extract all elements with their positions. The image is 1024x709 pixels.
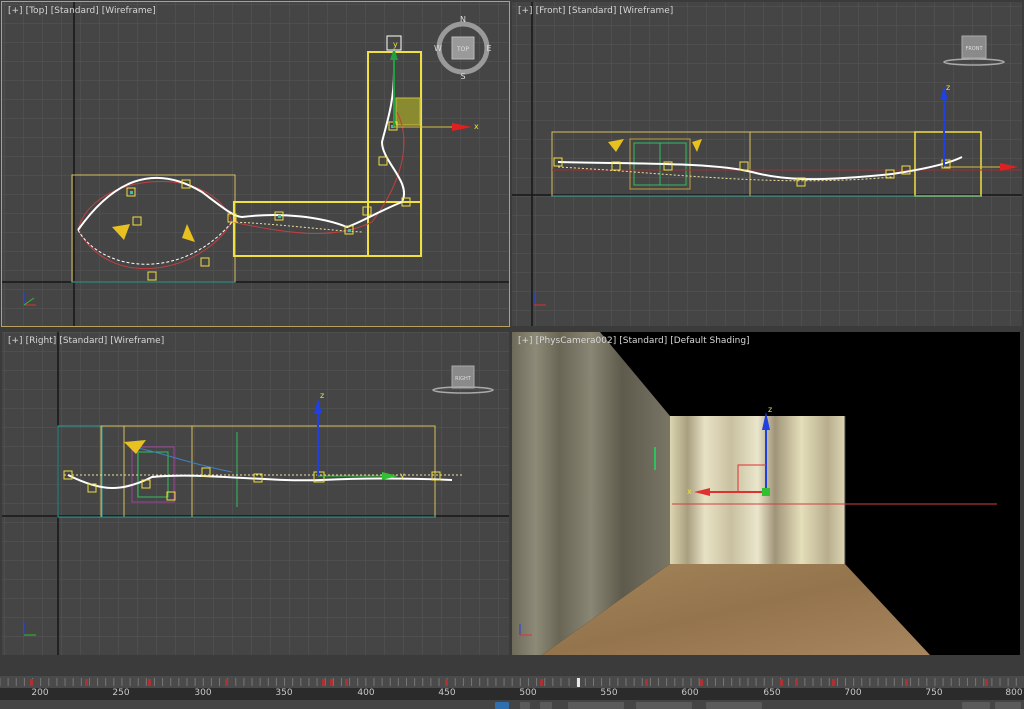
viewport-label-right[interactable]: [+] [Right] [Standard] [Wireframe] bbox=[8, 336, 167, 346]
keyframe-marker bbox=[780, 679, 783, 686]
keyframe-marker bbox=[645, 679, 648, 686]
svg-text:TOP: TOP bbox=[456, 46, 469, 53]
keyframe-marker bbox=[148, 679, 151, 686]
viewport-label-front[interactable]: [+] [Front] [Standard] [Wireframe] bbox=[518, 6, 676, 16]
tick-label: 700 bbox=[844, 688, 862, 698]
nav-pan-button[interactable] bbox=[995, 702, 1021, 709]
keyframe-marker bbox=[985, 679, 988, 686]
tick-label: 800 bbox=[1005, 688, 1023, 698]
tick-label: 550 bbox=[600, 688, 618, 698]
tick-label: 350 bbox=[275, 688, 293, 698]
tick-label: 450 bbox=[438, 688, 456, 698]
svg-text:N: N bbox=[460, 15, 466, 24]
svg-text:z: z bbox=[946, 83, 950, 92]
viewport-label-camera[interactable]: [+] [PhysCamera002] [Standard] [Default Sha… bbox=[518, 336, 753, 346]
key-mode-button[interactable] bbox=[495, 702, 509, 709]
svg-text:z: z bbox=[768, 405, 772, 414]
timeline-ticks bbox=[0, 676, 1024, 688]
keyframe-marker bbox=[905, 679, 908, 686]
tick-label: 250 bbox=[112, 688, 130, 698]
keyframe-marker bbox=[330, 679, 333, 686]
tick-label: 300 bbox=[194, 688, 212, 698]
tick-label: 400 bbox=[357, 688, 375, 698]
keyframe-marker bbox=[225, 679, 228, 686]
status-bar bbox=[0, 700, 1024, 709]
svg-text:x: x bbox=[687, 487, 692, 496]
frame-field[interactable] bbox=[568, 702, 624, 709]
tick-label: 200 bbox=[31, 688, 49, 698]
front-scene: z FRONT bbox=[512, 2, 1022, 326]
timeline-ruler[interactable] bbox=[0, 676, 1024, 700]
keyframe-marker bbox=[322, 679, 325, 686]
keyframe-marker bbox=[85, 679, 88, 686]
play-button[interactable] bbox=[540, 702, 552, 709]
viewport-right[interactable]: [+] [Right] [Standard] [Wireframe] y z R… bbox=[2, 332, 509, 655]
svg-text:x: x bbox=[474, 122, 479, 131]
viewport-camera[interactable]: [+] [PhysCamera002] [Standard] [Default Sha… bbox=[512, 332, 1020, 655]
svg-text:y: y bbox=[393, 40, 398, 49]
set-key-button[interactable] bbox=[636, 702, 692, 709]
prev-frame-button[interactable] bbox=[520, 702, 530, 709]
viewport-front[interactable]: [+] [Front] [Standard] [Wireframe] z FRO… bbox=[512, 2, 1022, 326]
keyframe-marker bbox=[795, 679, 798, 686]
viewport-top[interactable]: [+] [Top] [Standard] [Wireframe] x y TOP… bbox=[1, 1, 510, 327]
keyframe-marker bbox=[832, 679, 835, 686]
camera-render: x z bbox=[512, 332, 1020, 655]
keyframe-marker bbox=[540, 679, 543, 686]
svg-text:E: E bbox=[486, 44, 491, 53]
keyframe-marker bbox=[345, 679, 348, 686]
svg-text:y: y bbox=[400, 471, 405, 480]
svg-text:z: z bbox=[320, 391, 324, 400]
keyframe-marker bbox=[445, 679, 448, 686]
svg-text:W: W bbox=[434, 44, 442, 53]
tick-label: 750 bbox=[925, 688, 943, 698]
tick-label: 500 bbox=[519, 688, 537, 698]
tick-label: 600 bbox=[681, 688, 699, 698]
keyframe-marker bbox=[700, 679, 703, 686]
svg-text:FRONT: FRONT bbox=[965, 46, 983, 52]
tick-label: 650 bbox=[763, 688, 781, 698]
key-filters-button[interactable] bbox=[706, 702, 762, 709]
svg-text:S: S bbox=[460, 72, 465, 81]
viewport-label-top[interactable]: [+] [Top] [Standard] [Wireframe] bbox=[8, 6, 159, 16]
svg-text:RIGHT: RIGHT bbox=[455, 376, 472, 382]
nav-zoom-button[interactable] bbox=[962, 702, 990, 709]
top-scene: x y TOP N S W E bbox=[2, 2, 509, 326]
keyframe-marker bbox=[30, 679, 33, 686]
right-scene: y z RIGHT bbox=[2, 332, 509, 655]
